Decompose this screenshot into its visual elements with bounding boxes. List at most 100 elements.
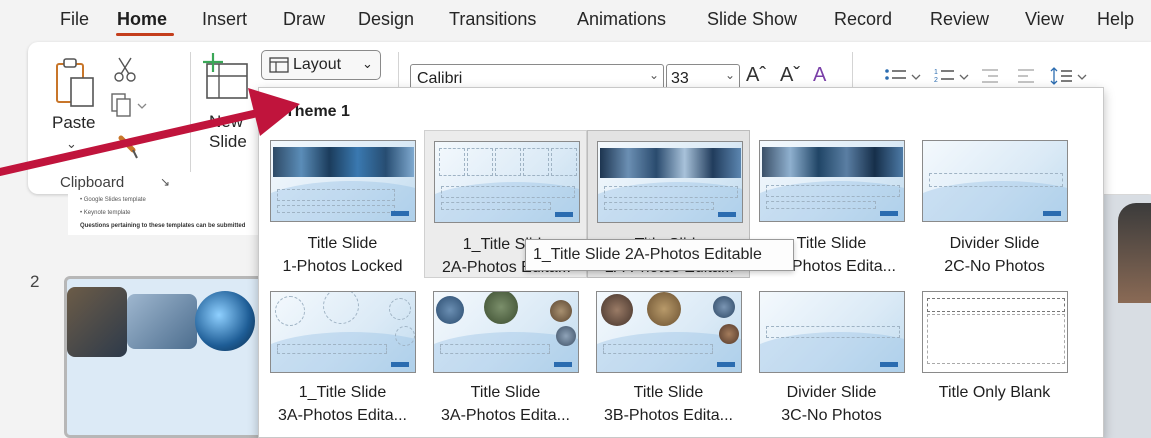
layout-thumbnail	[270, 291, 416, 373]
paste-button[interactable]: Paste	[52, 113, 95, 133]
layout-name-line2: 2C-No Photos	[944, 258, 1045, 275]
tab-home[interactable]: Home	[117, 9, 167, 30]
brand-mark	[554, 362, 572, 367]
brand-mark	[391, 362, 409, 367]
content-placeholder	[927, 314, 1065, 364]
thumbnail-photo-strip	[273, 147, 414, 177]
decrease-indent-icon[interactable]	[982, 69, 998, 83]
layout-option-divider-slide-2c[interactable]: Divider Slide 2C-No Photos	[913, 130, 1076, 278]
title-placeholder	[604, 186, 738, 198]
tab-view[interactable]: View	[1025, 9, 1064, 30]
tab-review[interactable]: Review	[930, 9, 989, 30]
cut-icon[interactable]	[112, 56, 138, 84]
photo-placeholder	[323, 292, 359, 324]
title-placeholder	[603, 344, 713, 354]
tab-record[interactable]: Record	[834, 9, 892, 30]
subtitle-placeholder	[604, 202, 714, 210]
layout-thumbnail	[597, 141, 743, 223]
tab-slide-show[interactable]: Slide Show	[707, 9, 797, 30]
layout-button[interactable]: Layout ⌄	[261, 50, 381, 80]
thumbnail-photo	[67, 287, 127, 357]
photo-circle	[713, 296, 735, 318]
active-tab-indicator	[116, 33, 174, 36]
title-placeholder	[929, 173, 1063, 187]
title-placeholder	[441, 186, 575, 198]
clear-formatting-button[interactable]: A	[813, 64, 826, 87]
photo-circle	[436, 296, 464, 324]
thumbnail-photo-strip	[600, 148, 741, 178]
photo-placeholder	[395, 326, 415, 346]
bullets-icon[interactable]	[885, 69, 921, 80]
slide-canvas-edge	[1104, 195, 1151, 438]
format-painter-icon[interactable]	[115, 132, 141, 162]
photo-circle	[556, 326, 576, 346]
layout-option-title-slide-3b[interactable]: Title Slide 3B-Photos Edita...	[587, 281, 750, 429]
brand-mark	[880, 211, 898, 216]
slide-thumbnail-2[interactable]	[64, 276, 264, 438]
photo-placeholder	[275, 296, 305, 326]
layout-name-line2: 3A-Photos Edita...	[441, 407, 570, 424]
brand-mark	[717, 362, 735, 367]
grow-font-button[interactable]: Aˆ	[746, 64, 766, 87]
tab-design[interactable]: Design	[358, 9, 414, 30]
chevron-down-icon[interactable]: ⌄	[649, 68, 659, 82]
layout-name-line1: Title Slide	[307, 235, 378, 252]
paste-icon[interactable]	[54, 56, 100, 110]
photo-placeholder	[467, 148, 493, 176]
menu-bar: File Home Insert Draw Design Transitions…	[0, 0, 1151, 40]
layout-name-line1: Title Only Blank	[938, 384, 1051, 401]
new-slide-icon[interactable]	[199, 52, 251, 102]
svg-text:1: 1	[934, 69, 938, 76]
layout-thumbnail	[433, 291, 579, 373]
increase-indent-icon[interactable]	[1018, 69, 1034, 83]
paste-chevron-icon[interactable]: ⌄	[66, 136, 77, 152]
ribbon-separator	[190, 52, 191, 172]
layout-thumbnail	[759, 140, 905, 222]
numbering-icon[interactable]: 1 2	[934, 69, 969, 84]
clipboard-group-label: Clipboard	[60, 174, 125, 191]
tab-insert[interactable]: Insert	[202, 9, 247, 30]
copy-icon[interactable]	[110, 92, 150, 118]
svg-text:2: 2	[934, 77, 938, 84]
layout-name-line1: Divider Slide	[786, 384, 877, 401]
layout-name-line1: 1_Title Slide	[298, 384, 387, 401]
layout-tooltip: 1_Title Slide 2A-Photos Editable	[525, 239, 794, 271]
layout-name-line1: Divider Slide	[949, 235, 1040, 252]
layout-option-title-only-blank[interactable]: Title Only Blank	[913, 281, 1076, 429]
photo-placeholder	[389, 298, 411, 320]
subtitle-placeholder	[277, 205, 395, 213]
layout-name-line2: 3A-Photos Edita...	[278, 407, 407, 424]
layout-option-title-slide-3a[interactable]: Title Slide 3A-Photos Edita...	[424, 281, 587, 429]
layout-thumbnail	[434, 141, 580, 223]
thumbnail-photo	[127, 294, 197, 349]
layout-name-line2: 3B-Photos Edita...	[604, 407, 733, 424]
tab-animations[interactable]: Animations	[577, 9, 666, 30]
layout-option-divider-slide-3c[interactable]: Divider Slide 3C-No Photos	[750, 281, 913, 429]
new-slide-button[interactable]: New Slide	[209, 112, 263, 152]
tab-file[interactable]: File	[60, 9, 89, 30]
brand-mark	[1043, 211, 1061, 216]
font-size-value: 33	[671, 70, 689, 87]
chevron-down-icon[interactable]: ⌄	[725, 68, 735, 82]
layout-thumbnail	[596, 291, 742, 373]
shrink-font-button[interactable]: Aˇ	[780, 64, 800, 87]
dialog-launcher-icon[interactable]: ↘	[160, 175, 170, 189]
layout-option-1-title-slide-3a[interactable]: 1_Title Slide 3A-Photos Edita...	[261, 281, 424, 429]
tab-draw[interactable]: Draw	[283, 9, 325, 30]
tab-transitions[interactable]: Transitions	[449, 9, 536, 30]
photo-placeholder	[495, 148, 521, 176]
tab-help[interactable]: Help	[1097, 9, 1134, 30]
gallery-section-title: Theme 1	[285, 103, 350, 120]
title-placeholder	[927, 298, 1065, 312]
brand-mark	[718, 212, 736, 217]
line-spacing-icon[interactable]	[1050, 67, 1087, 85]
photo-person	[1118, 203, 1151, 303]
thumbnail-text: Questions pertaining to these templates …	[80, 223, 246, 229]
font-name-value: Calibri	[417, 70, 463, 87]
photo-placeholder	[439, 148, 465, 176]
layout-option-title-slide-1-photos-locked[interactable]: Title Slide 1-Photos Locked	[261, 130, 424, 278]
title-placeholder	[766, 326, 900, 338]
layout-name-line1: Title Slide	[470, 384, 541, 401]
photo-placeholder	[523, 148, 549, 176]
layout-thumbnail	[922, 291, 1068, 373]
